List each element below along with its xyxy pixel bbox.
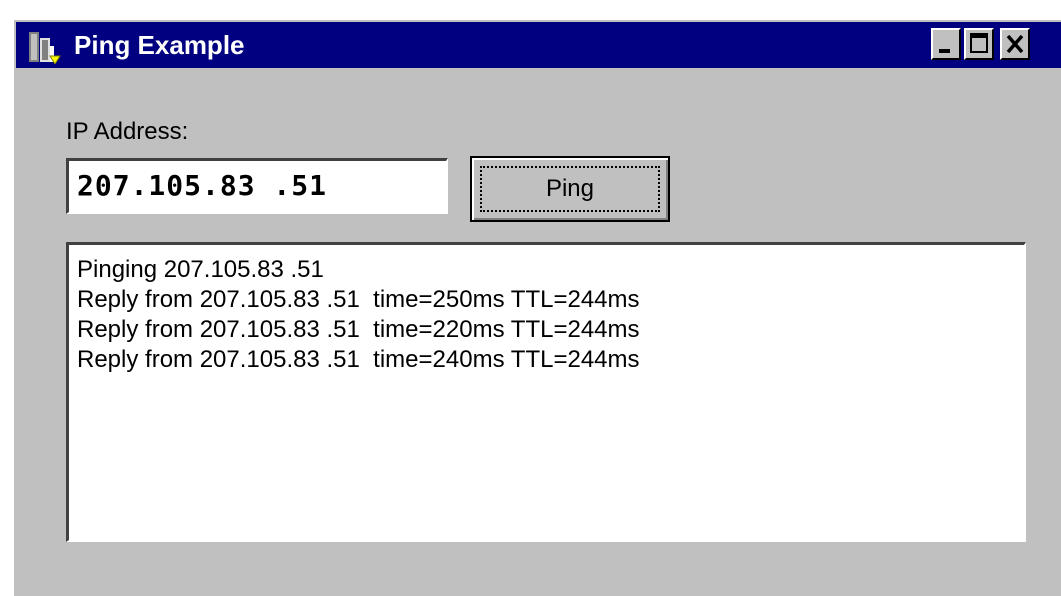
ping-button-label: Ping — [480, 166, 660, 212]
ip-address-input[interactable]: 207.105.83 .51 — [66, 158, 448, 214]
ping-output-box[interactable]: Pinging 207.105.83 .51 Reply from 207.10… — [66, 242, 1026, 542]
window-title: Ping Example — [74, 30, 245, 60]
output-line: Reply from 207.105.83 .51 time=250ms TTL… — [77, 286, 640, 313]
ip-address-label: IP Address: — [66, 118, 189, 145]
close-button[interactable] — [1000, 28, 1030, 60]
output-line: Reply from 207.105.83 .51 time=220ms TTL… — [77, 316, 640, 343]
title-bar[interactable]: Ping Example — [16, 22, 1061, 68]
output-line: Reply from 207.105.83 .51 time=240ms TTL… — [77, 346, 640, 373]
maximize-button[interactable] — [964, 28, 994, 60]
ping-button[interactable]: Ping — [470, 156, 670, 222]
app-icon — [28, 28, 62, 65]
minimize-button[interactable] — [931, 28, 961, 60]
output-line: Pinging 207.105.83 .51 — [77, 256, 324, 283]
ping-example-window: Ping Example IP Address: 207.105.83 .51 … — [12, 18, 1061, 596]
